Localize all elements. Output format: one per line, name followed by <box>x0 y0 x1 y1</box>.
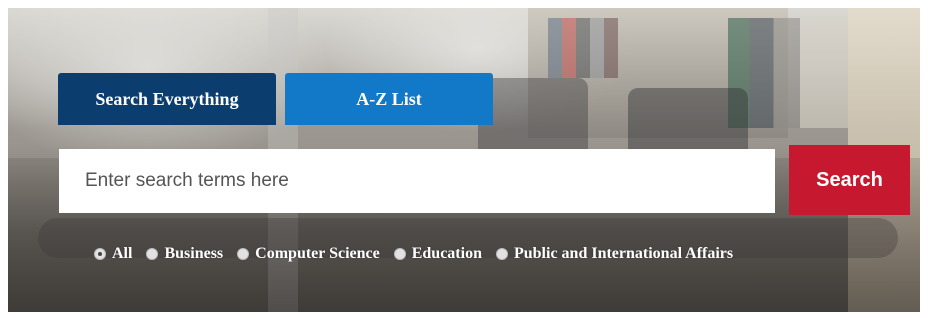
filter-option-computer-science[interactable]: Computer Science <box>237 245 380 263</box>
filter-radio-group: All Business Computer Science Education … <box>94 243 733 265</box>
search-button[interactable]: Search <box>789 145 910 215</box>
filter-label: Computer Science <box>255 245 380 262</box>
filter-option-public-international-affairs[interactable]: Public and International Affairs <box>495 245 734 263</box>
filter-option-business[interactable]: Business <box>146 245 223 263</box>
radio-unchecked-icon[interactable] <box>146 248 159 260</box>
filter-label: Public and International Affairs <box>513 245 734 262</box>
search-input[interactable] <box>59 149 775 213</box>
filter-label: All <box>112 245 133 262</box>
radio-unchecked-icon[interactable] <box>393 248 406 260</box>
filter-label: Business <box>164 245 224 262</box>
tab-a-z-list[interactable]: A-Z List <box>285 73 493 125</box>
filter-option-education[interactable]: Education <box>393 245 482 263</box>
radio-unchecked-icon[interactable] <box>495 248 508 260</box>
filter-label: Education <box>411 245 482 262</box>
filter-option-all[interactable]: All <box>94 245 132 263</box>
radio-unchecked-icon[interactable] <box>237 248 250 260</box>
tab-search-everything[interactable]: Search Everything <box>58 73 276 125</box>
radio-checked-icon[interactable] <box>94 248 106 260</box>
